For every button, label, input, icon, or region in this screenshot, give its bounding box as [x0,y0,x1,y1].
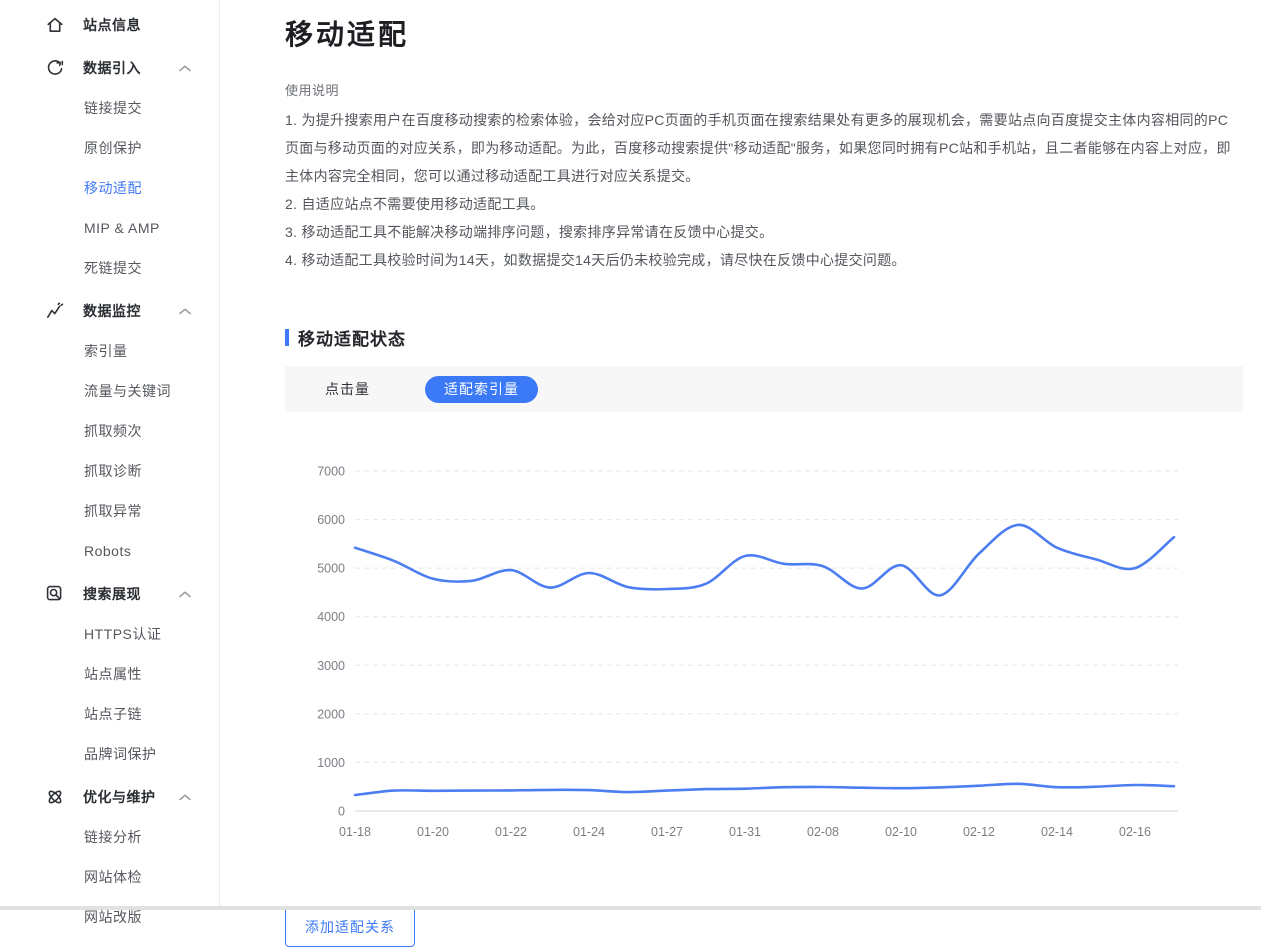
sidebar-group-data-import: 数据引入 链接提交 原创保护 移动适配 MIP & AMP 死链提交 [0,48,219,288]
instruction-line: 2. 自适应站点不需要使用移动适配工具。 [285,190,1237,218]
chevron-up-icon[interactable] [179,308,191,315]
svg-text:01-27: 01-27 [651,825,683,839]
svg-text:02-10: 02-10 [885,825,917,839]
add-adaptation-button[interactable]: 添加适配关系 [285,907,415,947]
sidebar-item-crawl-exception[interactable]: 抓取异常 [0,491,219,531]
sidebar-group-search-display-header[interactable]: 搜索展现 [0,574,219,614]
sidebar-item-site-attribute[interactable]: 站点属性 [0,654,219,694]
sidebar-group-label: 数据引入 [83,58,179,78]
svg-text:1000: 1000 [317,756,345,770]
sidebar-group-data-import-header[interactable]: 数据引入 [0,48,219,88]
svg-text:2000: 2000 [317,707,345,721]
sidebar-group-label: 优化与维护 [83,787,179,807]
data-monitor-icon [45,302,65,320]
svg-text:6000: 6000 [317,513,345,527]
section-title: 移动适配状态 [285,325,1261,350]
svg-text:3000: 3000 [317,659,345,673]
sidebar-item-original-protection[interactable]: 原创保护 [0,128,219,168]
chevron-up-icon[interactable] [179,794,191,801]
tab-adapted-index-volume[interactable]: 适配索引量 [425,376,538,403]
chart-tabbar: 点击量 适配索引量 [285,366,1243,412]
sidebar-item-mip-amp[interactable]: MIP & AMP [0,208,219,248]
svg-text:01-31: 01-31 [729,825,761,839]
svg-text:01-20: 01-20 [417,825,449,839]
instruction-line: 1. 为提升搜索用户在百度移动搜索的检索体验，会给对应PC页面的手机页面在搜索结… [285,106,1237,190]
sidebar-item-site-checkup[interactable]: 网站体检 [0,857,219,897]
chevron-up-icon[interactable] [179,65,191,72]
sidebar-group-label: 搜索展现 [83,584,179,604]
sidebar-item-link-submit[interactable]: 链接提交 [0,88,219,128]
chart-area: 0 1000 2000 3000 4000 5000 6000 7000 01-18 01-20 0… [285,451,1261,851]
svg-text:02-14: 02-14 [1041,825,1073,839]
search-display-icon [45,585,65,603]
svg-text:02-08: 02-08 [807,825,839,839]
svg-text:01-18: 01-18 [339,825,371,839]
svg-text:4000: 4000 [317,610,345,624]
sidebar-item-site-revision[interactable]: 网站改版 [0,897,219,937]
svg-text:7000: 7000 [317,465,345,479]
svg-text:02-12: 02-12 [963,825,995,839]
tab-clicks[interactable]: 点击量 [325,379,370,399]
section-title-text: 移动适配状态 [298,325,406,350]
svg-text:02-16: 02-16 [1119,825,1151,839]
sidebar-item-crawl-diagnosis[interactable]: 抓取诊断 [0,451,219,491]
bottom-scroll-strip[interactable] [0,906,1261,910]
data-import-icon [45,59,65,77]
sidebar-item-crawl-frequency[interactable]: 抓取频次 [0,411,219,451]
sidebar: 站点信息 数据引入 链接提交 原创保护 移动适配 MIP & AMP 死链提交 [0,0,220,910]
sidebar-group-label: 数据监控 [83,301,179,321]
instructions: 1. 为提升搜索用户在百度移动搜索的检索体验，会给对应PC页面的手机页面在搜索结… [285,106,1237,274]
sidebar-group-optimize-maintain: 优化与维护 链接分析 网站体检 网站改版 [0,777,219,937]
sidebar-group-site-info: 站点信息 [0,5,219,45]
instruction-line: 3. 移动适配工具不能解决移动端排序问题，搜索排序异常请在反馈中心提交。 [285,218,1237,246]
home-icon [45,16,65,34]
sidebar-item-index-volume[interactable]: 索引量 [0,331,219,371]
sidebar-group-search-display: 搜索展现 HTTPS认证 站点属性 站点子链 品牌词保护 [0,574,219,774]
instruction-line: 4. 移动适配工具校验时间为14天，如数据提交14天后仍未校验完成，请尽快在反馈… [285,246,1237,274]
app-layout: 站点信息 数据引入 链接提交 原创保护 移动适配 MIP & AMP 死链提交 [0,0,1261,910]
sidebar-group-data-monitor-header[interactable]: 数据监控 [0,291,219,331]
main-content: 移动适配 使用说明 1. 为提升搜索用户在百度移动搜索的检索体验，会给对应PC页… [220,0,1261,910]
sidebar-group-optimize-maintain-header[interactable]: 优化与维护 [0,777,219,817]
sidebar-item-site-sublink[interactable]: 站点子链 [0,694,219,734]
svg-text:5000: 5000 [317,562,345,576]
svg-text:01-24: 01-24 [573,825,605,839]
sidebar-group-label: 站点信息 [83,15,199,35]
sidebar-item-link-analysis[interactable]: 链接分析 [0,817,219,857]
svg-text:0: 0 [338,805,345,819]
sidebar-group-data-monitor: 数据监控 索引量 流量与关键词 抓取频次 抓取诊断 抓取异常 Robots [0,291,219,571]
sidebar-item-dead-link-submit[interactable]: 死链提交 [0,248,219,288]
line-chart: 0 1000 2000 3000 4000 5000 6000 7000 01-18 01-20 0… [285,451,1195,851]
chevron-up-icon[interactable] [179,591,191,598]
sidebar-item-brand-protection[interactable]: 品牌词保护 [0,734,219,774]
svg-text:01-22: 01-22 [495,825,527,839]
section-title-accent-bar [285,329,289,346]
optimize-icon [45,788,65,806]
page-title: 移动适配 [285,13,1261,53]
sidebar-item-mobile-adaptation[interactable]: 移动适配 [0,168,219,208]
sidebar-group-site-info-header[interactable]: 站点信息 [0,5,219,45]
usage-heading: 使用说明 [285,80,1261,99]
sidebar-item-robots[interactable]: Robots [0,531,219,571]
sidebar-item-traffic-keywords[interactable]: 流量与关键词 [0,371,219,411]
sidebar-item-https-cert[interactable]: HTTPS认证 [0,614,219,654]
